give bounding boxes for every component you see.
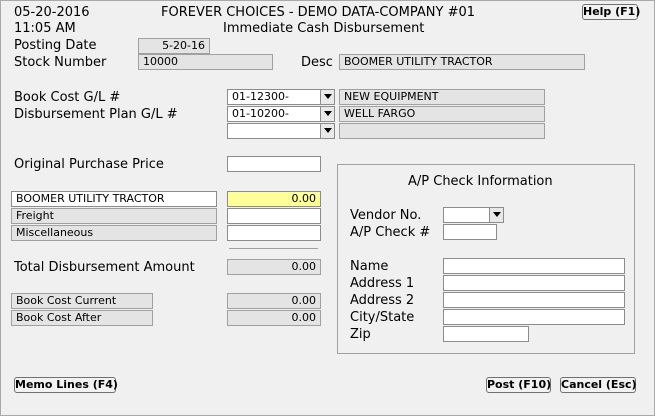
posting-date-label: Posting Date (14, 38, 97, 53)
ap-check-number-label: A/P Check # (350, 225, 431, 240)
book-cost-gl-select[interactable]: 01-12300- (227, 89, 335, 105)
chevron-down-icon[interactable] (320, 90, 334, 104)
vendor-no-label: Vendor No. (350, 208, 422, 223)
desc-field[interactable]: BOOMER UTILITY TRACTOR (339, 54, 585, 70)
total-divider (229, 248, 318, 249)
freight-label: Freight (11, 208, 217, 224)
chevron-down-icon[interactable] (320, 124, 334, 138)
name-field[interactable] (443, 258, 625, 274)
address2-label: Address 2 (350, 293, 415, 308)
cancel-button[interactable]: Cancel (Esc) (560, 377, 637, 393)
original-price-field[interactable] (227, 156, 321, 172)
address2-field[interactable] (443, 292, 625, 308)
header-time: 11:05 AM (14, 21, 76, 36)
misc-label: Miscellaneous (11, 225, 217, 241)
item-line-label: BOOMER UTILITY TRACTOR (11, 191, 217, 207)
stock-number-field[interactable]: 10000 (138, 54, 273, 70)
stock-number-label: Stock Number (14, 55, 107, 70)
post-button[interactable]: Post (F10) (486, 377, 551, 393)
extra-gl-select[interactable] (227, 123, 335, 139)
disbursement-gl-select[interactable]: 01-10200- (227, 106, 335, 122)
company-title: FOREVER CHOICES - DEMO DATA-COMPANY #01 (161, 5, 476, 20)
extra-gl-desc (339, 123, 545, 139)
name-label: Name (350, 259, 389, 274)
posting-date-field[interactable]: 5-20-16 (138, 38, 210, 54)
original-price-label: Original Purchase Price (14, 157, 164, 172)
total-disbursement-field: 0.00 (227, 259, 321, 275)
city-state-field[interactable] (443, 309, 625, 325)
chevron-down-icon[interactable] (489, 208, 503, 222)
address1-field[interactable] (443, 275, 625, 291)
book-cost-gl-desc: NEW EQUIPMENT (339, 89, 545, 105)
disbursement-gl-value: 01-10200- (232, 107, 289, 120)
address1-label: Address 1 (350, 276, 415, 291)
disbursement-gl-desc: WELL FARGO (339, 106, 545, 122)
cash-disbursement-window: 05-20-2016 11:05 AM FOREVER CHOICES - DE… (0, 0, 655, 416)
header-date: 05-20-2016 (14, 5, 90, 20)
vendor-no-select[interactable] (443, 207, 504, 223)
zip-field[interactable] (443, 326, 529, 342)
memo-lines-button[interactable]: Memo Lines (F4) (14, 377, 118, 393)
desc-label: Desc (301, 55, 333, 70)
chevron-down-icon[interactable] (320, 107, 334, 121)
zip-label: Zip (350, 327, 371, 342)
book-cost-current-field: 0.00 (227, 293, 321, 309)
book-cost-gl-value: 01-12300- (232, 90, 289, 103)
page-title: Immediate Cash Disbursement (223, 21, 425, 36)
disbursement-gl-label: Disbursement Plan G/L # (14, 107, 178, 122)
ap-check-number-field[interactable] (443, 224, 497, 240)
book-cost-current-label: Book Cost Current (11, 293, 153, 309)
book-cost-after-label: Book Cost After (11, 310, 153, 326)
freight-amount-field[interactable] (227, 208, 321, 224)
total-disbursement-label: Total Disbursement Amount (14, 260, 195, 275)
misc-amount-field[interactable] (227, 225, 321, 241)
city-state-label: City/State (350, 310, 415, 325)
book-cost-gl-label: Book Cost G/L # (14, 90, 121, 105)
help-button[interactable]: Help (F1) (582, 4, 640, 20)
ap-check-title: A/P Check Information (408, 174, 553, 189)
book-cost-after-field: 0.00 (227, 310, 321, 326)
item-amount-field[interactable]: 0.00 (227, 191, 321, 207)
